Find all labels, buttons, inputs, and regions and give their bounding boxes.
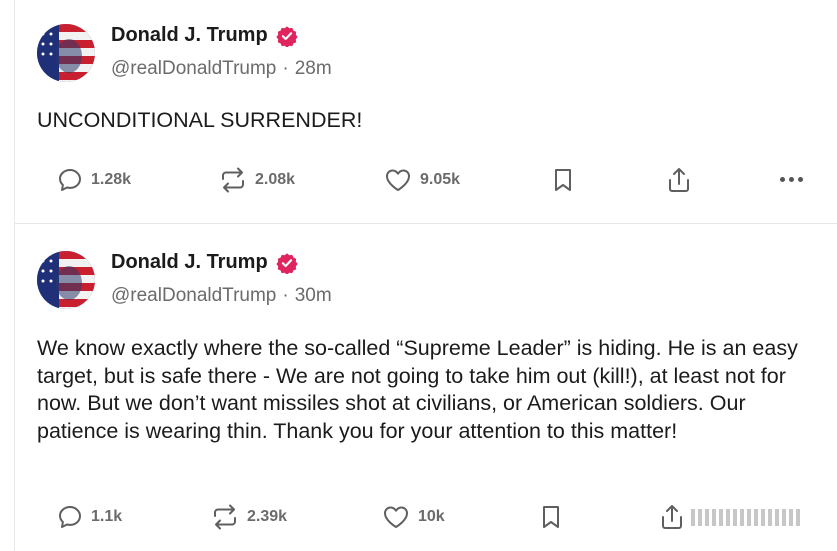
avatar[interactable] — [37, 24, 95, 82]
like-button[interactable]: 9.05k — [384, 162, 460, 198]
post-actions: 1.28k 2.08k 9.05k — [15, 162, 837, 198]
like-count: 10k — [418, 508, 445, 525]
author-name[interactable]: Donald J. Trump — [111, 24, 298, 47]
reply-count: 1.1k — [91, 508, 123, 525]
post-card[interactable]: Donald J. Trump @realDonaldTrump · 30m We … — [15, 224, 837, 551]
reply-button[interactable]: 1.28k — [57, 162, 131, 198]
more-dots-icon — [780, 177, 785, 182]
author-name-text[interactable]: Donald J. Trump — [111, 24, 268, 47]
bookmark-icon — [543, 506, 559, 528]
post-card[interactable]: Donald J. Trump @realDonaldTrump · 28m UNC… — [15, 0, 837, 224]
post-text: UNCONDITIONAL SURRENDER! — [37, 108, 363, 132]
watermark-logo — [691, 509, 829, 526]
author-name[interactable]: Donald J. Trump — [111, 251, 298, 274]
share-icon — [662, 505, 682, 529]
like-button[interactable]: 10k — [382, 499, 445, 535]
more-dots-icon — [789, 177, 794, 182]
avatar[interactable] — [37, 251, 95, 309]
separator-dot: · — [282, 58, 289, 79]
reply-button[interactable]: 1.1k — [57, 499, 122, 535]
repost-count: 2.39k — [247, 508, 288, 525]
reply-count: 1.28k — [91, 171, 132, 188]
speech-bubble-icon — [59, 506, 81, 528]
repost-button[interactable]: 2.39k — [211, 499, 287, 535]
repost-button[interactable]: 2.08k — [219, 162, 295, 198]
share-button[interactable] — [659, 499, 685, 535]
author-name-text[interactable]: Donald J. Trump — [111, 251, 268, 274]
repost-arrows-icon — [214, 504, 236, 530]
heart-icon — [386, 169, 410, 191]
more-dots-icon — [798, 177, 803, 182]
verified-badge-icon — [276, 25, 298, 47]
author-handle[interactable]: @realDonaldTrump — [111, 285, 276, 306]
post-text: We know exactly where the so-called “Sup… — [37, 336, 798, 443]
separator-dot: · — [282, 285, 289, 306]
more-options-button[interactable] — [780, 177, 803, 182]
bookmark-icon — [555, 169, 571, 191]
like-count: 9.05k — [420, 171, 461, 188]
speech-bubble-icon — [59, 169, 81, 191]
share-icon — [669, 168, 689, 192]
post-timestamp[interactable]: 30m — [295, 285, 332, 306]
author-handle-line: @realDonaldTrump · 28m — [111, 58, 332, 80]
author-handle[interactable]: @realDonaldTrump — [111, 58, 276, 79]
verified-badge-icon — [276, 252, 298, 274]
bookmark-button[interactable] — [539, 499, 563, 535]
repost-arrows-icon — [222, 167, 244, 193]
repost-count: 2.08k — [255, 171, 296, 188]
share-button[interactable] — [666, 162, 692, 198]
post-timestamp[interactable]: 28m — [295, 58, 332, 79]
bookmark-button[interactable] — [551, 162, 575, 198]
heart-icon — [384, 506, 408, 528]
author-handle-line: @realDonaldTrump · 30m — [111, 285, 332, 307]
post-actions: 1.1k 2.39k 10k — [15, 499, 837, 535]
